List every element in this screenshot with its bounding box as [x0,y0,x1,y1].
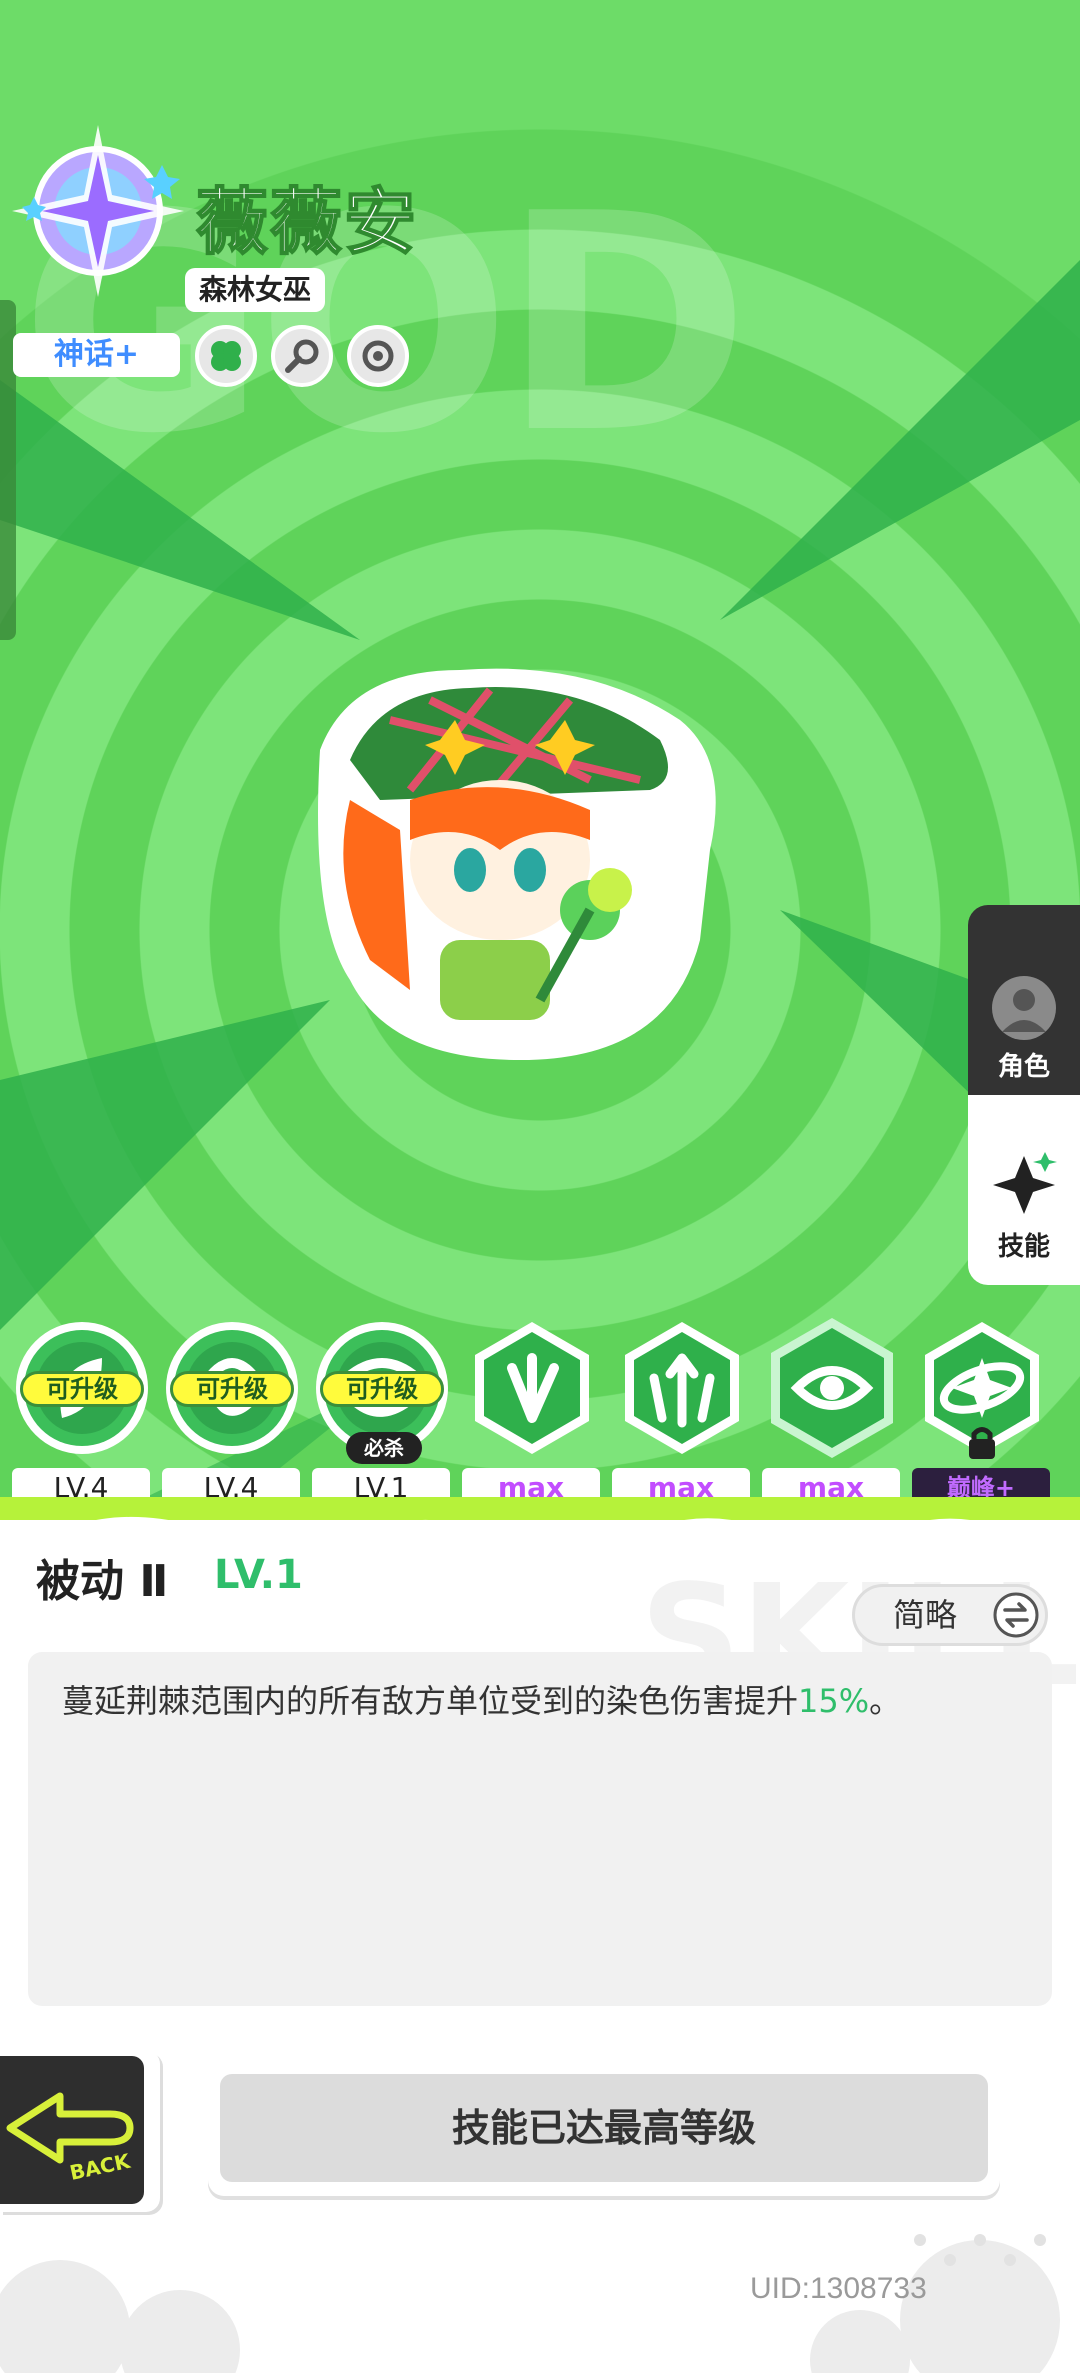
sparkle-icon [993,1152,1057,1214]
skill-slot-5[interactable]: max [612,1318,752,1508]
side-tab-bar: 角色 技能 [968,905,1080,1285]
description-toggle[interactable]: 简略 [852,1584,1048,1646]
ultimate-tag: 必杀 [346,1432,422,1464]
character-portrait [318,668,716,1060]
avatar-icon [992,976,1056,1040]
rank-emblem-icon [12,125,184,297]
upgrade-badge: 可升级 [170,1371,294,1407]
skill-slot-2[interactable]: 可升级 LV.4 [162,1318,302,1508]
upgrade-badge: 可升级 [20,1371,144,1407]
lock-icon [969,1427,995,1459]
rarity-badge: 神话+ [13,333,180,377]
character-name: 薇薇安 [195,179,419,265]
skill-slot-6[interactable]: max [762,1318,902,1508]
back-arrow-icon: BACK [6,2092,134,2185]
skill-slot-1[interactable]: 可升级 LV.4 [12,1318,152,1508]
burst-skill-icon [475,1322,589,1454]
toggle-label: 简略 [893,1596,958,1634]
back-button[interactable]: BACK [0,2050,160,2212]
magnifier-icon[interactable] [271,325,333,387]
character-title: 森林女巫 [185,268,326,312]
tab-skill[interactable]: 技能 [968,1095,1080,1285]
max-level-button[interactable]: 技能已达最高等级 [208,2062,1000,2196]
character-showcase: GOD 薇薇安 森林女巫 神话+ [0,0,1080,1500]
tab-role-label: 角色 [997,1052,1050,1082]
upgrade-badge: 可升级 [320,1371,444,1407]
skill-name: 被动 Ⅱ [36,1556,169,1607]
svg-text:BACK: BACK [68,2148,134,2184]
max-level-button-label: 技能已达最高等级 [220,2074,988,2182]
skill-slot-3[interactable]: 可升级 必杀 LV.1 [312,1318,452,1508]
skill-slot-7[interactable]: 巅峰+ [912,1318,1052,1508]
back-button-face: BACK [0,2056,144,2204]
skill-description-box: 蔓延荆棘范围内的所有敌方单位受到的染色伤害提升15%。 [28,1652,1052,2006]
skill-description: 蔓延荆棘范围内的所有敌方单位受到的染色伤害提升15%。 [62,1682,902,1720]
skill-level: LV.1 [214,1552,303,1598]
arrows-skill-icon [625,1322,739,1454]
tab-role[interactable]: 角色 [968,905,1080,1095]
tab-skill-label: 技能 [997,1232,1050,1262]
cycle-icon[interactable] [347,325,409,387]
skill-slot-4[interactable]: max [462,1318,602,1508]
description-value: 15% [798,1682,870,1720]
skill-list: 可升级 LV.4 可升级 LV.4 可升级 必杀 LV.1 max max ma… [12,1318,1080,1508]
user-id: UID:1308733 [750,2272,927,2305]
clover-icon[interactable] [195,325,257,387]
eye-skill-icon [771,1318,893,1458]
swap-icon [993,1592,1039,1638]
